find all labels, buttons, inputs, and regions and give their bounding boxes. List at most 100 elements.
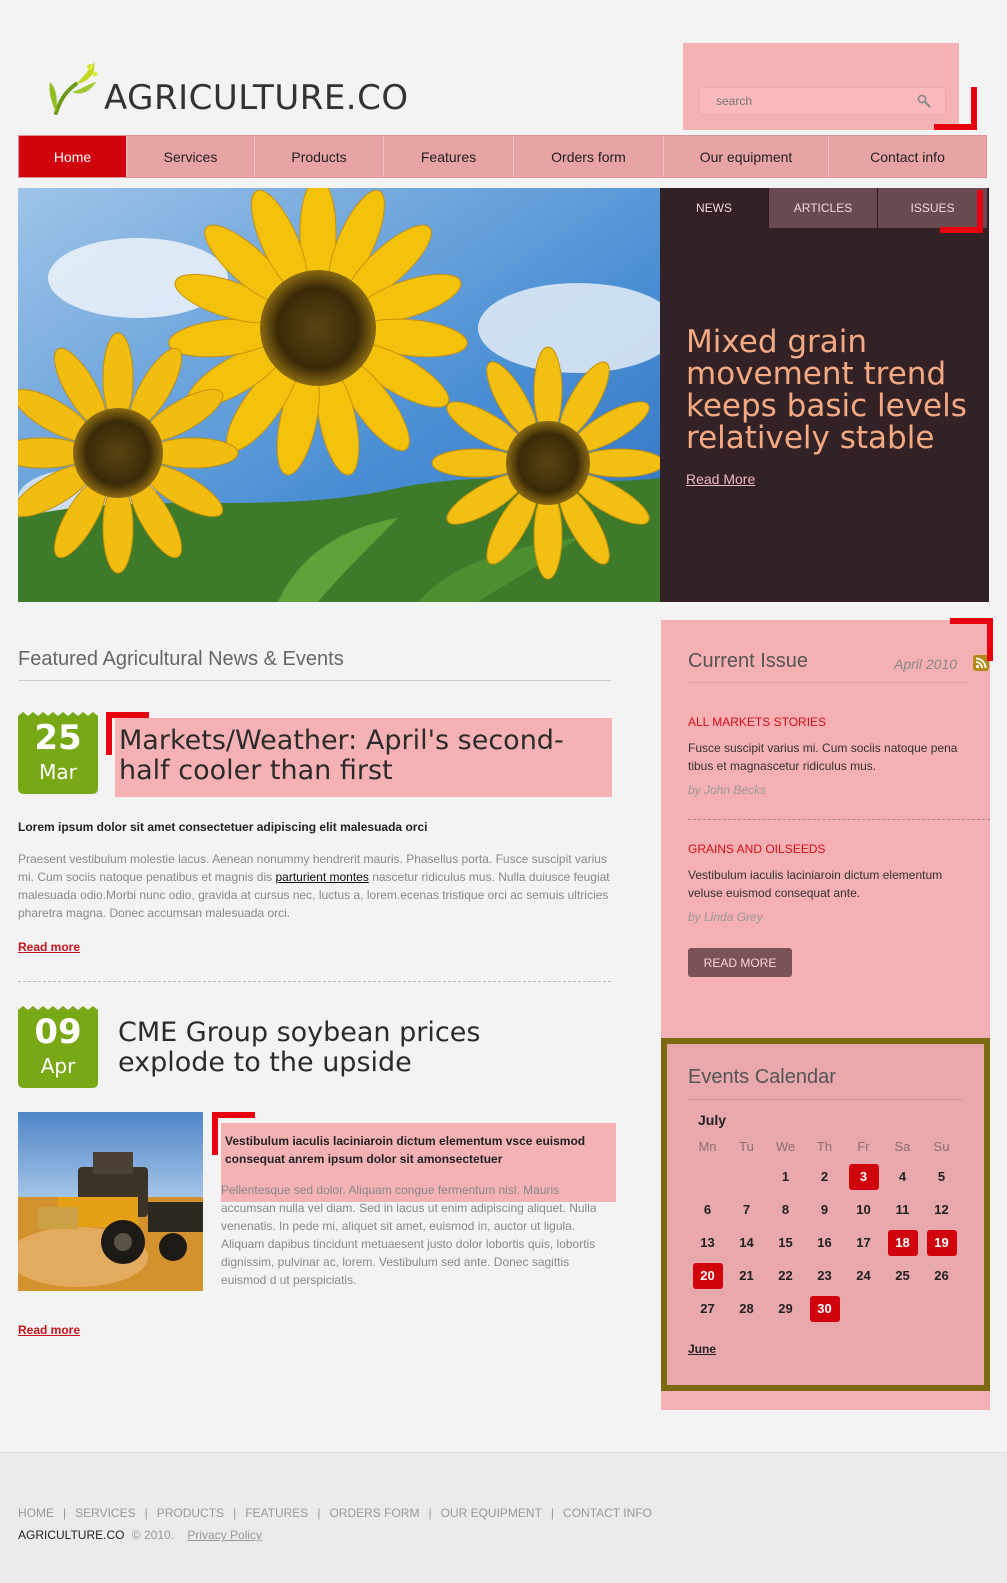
date-day: 09 [34, 1012, 82, 1052]
calendar-day [883, 1292, 922, 1325]
calendar-day[interactable]: 7 [727, 1193, 766, 1226]
date-day: 25 [34, 718, 82, 758]
footer: HOME | SERVICES | PRODUCTS | FEATURES | ORDERS F… [0, 1452, 1007, 1583]
story-text: Fusce suscipit varius mi. Cum sociis nat… [688, 741, 958, 773]
calendar-day[interactable]: 25 [883, 1259, 922, 1292]
calendar-day[interactable]: 14 [727, 1226, 766, 1259]
weekday-label: Su [933, 1138, 950, 1154]
hero-headline: Mixed grain movement trend keeps basic l… [686, 324, 967, 456]
weekday-label: Th [816, 1138, 833, 1154]
hero-read-more-link[interactable]: Read More [686, 471, 755, 487]
nav-item-home[interactable]: Home [19, 136, 127, 177]
calendar-day[interactable]: 29 [766, 1292, 805, 1325]
calendar-day[interactable]: 16 [805, 1226, 844, 1259]
corner-marker [940, 190, 983, 233]
calendar-day[interactable]: 28 [727, 1292, 766, 1325]
calendar-day[interactable]: 23 [805, 1259, 844, 1292]
calendar-day[interactable]: 19 [922, 1226, 961, 1259]
weekday-label: Tu [739, 1138, 754, 1154]
calendar-day [844, 1292, 883, 1325]
search-box [683, 43, 959, 130]
calendar-day[interactable]: 24 [844, 1259, 883, 1292]
calendar-day[interactable]: 20 [688, 1259, 727, 1292]
nav-item-contact-info[interactable]: Contact info [829, 136, 986, 177]
nav-item-orders-form[interactable]: Orders form [514, 136, 664, 177]
footer-link-orders-form[interactable]: ORDERS FORM [329, 1506, 419, 1520]
footer-link-services[interactable]: SERVICES [75, 1506, 135, 1520]
calendar-day[interactable]: 26 [922, 1259, 961, 1292]
calendar-day[interactable]: 5 [922, 1160, 961, 1193]
calendar-day[interactable]: 11 [883, 1193, 922, 1226]
privacy-policy-link[interactable]: Privacy Policy [187, 1528, 262, 1542]
calendar-day[interactable]: 15 [766, 1226, 805, 1259]
footer-copyright: AGRICULTURE.CO © 2010. Privacy Policy [18, 1528, 262, 1542]
footer-link-home[interactable]: HOME [18, 1506, 54, 1520]
calendar-day[interactable]: 30 [805, 1292, 844, 1325]
weekday-label: Sa [894, 1138, 911, 1154]
search-input[interactable] [700, 88, 915, 114]
tab-news[interactable]: NEWS [660, 188, 769, 228]
footer-nav: HOME | SERVICES | PRODUCTS | FEATURES | ORDERS F… [18, 1506, 652, 1520]
calendar-day[interactable]: 22 [766, 1259, 805, 1292]
footer-separator: | [233, 1506, 237, 1520]
footer-link-products[interactable]: PRODUCTS [157, 1506, 224, 1520]
nav-item-products[interactable]: Products [255, 136, 384, 177]
divider [688, 819, 990, 820]
read-more-button[interactable]: READ MORE [688, 948, 792, 977]
section-title: Featured Agricultural News & Events [18, 648, 344, 670]
nav-item-features[interactable]: Features [384, 136, 514, 177]
story-category[interactable]: ALL MARKETS STORIES [688, 715, 826, 729]
read-more-link[interactable]: Read more [18, 1323, 80, 1337]
calendar-day[interactable]: 27 [688, 1292, 727, 1325]
divider [688, 1099, 963, 1100]
article-title[interactable]: Markets/Weather: April's second-half coo… [115, 718, 612, 797]
calendar-day[interactable]: 12 [922, 1193, 961, 1226]
calendar-day[interactable]: 21 [727, 1259, 766, 1292]
search-icon[interactable] [917, 94, 931, 108]
footer-link-our-equipment[interactable]: OUR EQUIPMENT [441, 1506, 542, 1520]
calendar-day[interactable]: 4 [883, 1160, 922, 1193]
calendar-day[interactable]: 2 [805, 1160, 844, 1193]
calendar-day[interactable]: 3 [844, 1160, 883, 1193]
story-text: Vestibulum iaculis laciniaroin dictum el… [688, 868, 943, 900]
read-more-link[interactable]: Read more [18, 940, 80, 954]
calendar-week-row: 12345 [688, 1160, 963, 1193]
calendar-week-row: 20 21 22 23 24 25 26 [688, 1259, 963, 1292]
footer-brand: AGRICULTURE.CO [18, 1528, 125, 1542]
weekday-label: Mn [698, 1138, 717, 1154]
footer-link-features[interactable]: FEATURES [245, 1506, 308, 1520]
events-calendar: Events Calendar July Mn Tu We Th Fr Sa S… [661, 1038, 990, 1391]
calendar-prev-month-link[interactable]: June [688, 1342, 716, 1356]
footer-link-contact-info[interactable]: CONTACT INFO [563, 1506, 652, 1520]
search-field [699, 87, 946, 115]
story-category[interactable]: GRAINS AND OILSEEDS [688, 842, 825, 856]
calendar-day[interactable]: 18 [883, 1226, 922, 1259]
calendar-day[interactable]: 10 [844, 1193, 883, 1226]
main-nav: Home Services Products Features Orders f… [18, 135, 987, 178]
tab-articles[interactable]: ARTICLES [769, 188, 878, 228]
nav-item-our-equipment[interactable]: Our equipment [664, 136, 829, 177]
article-title[interactable]: CME Group soybean prices explode to the … [118, 1018, 538, 1078]
corner-marker [950, 618, 993, 661]
footer-separator: | [317, 1506, 321, 1520]
calendar-grid: Mn Tu We Th Fr Sa Su 1 2 3 4 5 6 7 8 9 10 11 12 13 14… [688, 1134, 963, 1325]
copyright-text: © 2010. [131, 1528, 175, 1542]
current-issue-title: Current Issue [688, 650, 809, 672]
calendar-day[interactable]: 13 [688, 1226, 727, 1259]
calendar-day [688, 1160, 727, 1193]
calendar-weekday-row: Mn Tu We Th Fr Sa Su [688, 1134, 963, 1158]
calendar-day[interactable]: 17 [844, 1226, 883, 1259]
article-body: Pellentesque sed dolor. Aliquam congue f… [221, 1183, 597, 1287]
nav-item-services[interactable]: Services [127, 136, 255, 177]
calendar-day[interactable]: 1 [766, 1160, 805, 1193]
divider [18, 981, 611, 982]
date-badge: 09 Apr [18, 1006, 98, 1088]
calendar-day[interactable]: 9 [805, 1193, 844, 1226]
story-author: by Linda Grey [688, 910, 763, 924]
calendar-day[interactable]: 8 [766, 1193, 805, 1226]
footer-separator: | [144, 1506, 148, 1520]
leaf-logo-icon [49, 62, 98, 115]
calendar-day[interactable]: 6 [688, 1193, 727, 1226]
inline-link[interactable]: parturient montes [275, 870, 368, 884]
logo[interactable]: AGRICULTURE.CO [46, 58, 416, 118]
